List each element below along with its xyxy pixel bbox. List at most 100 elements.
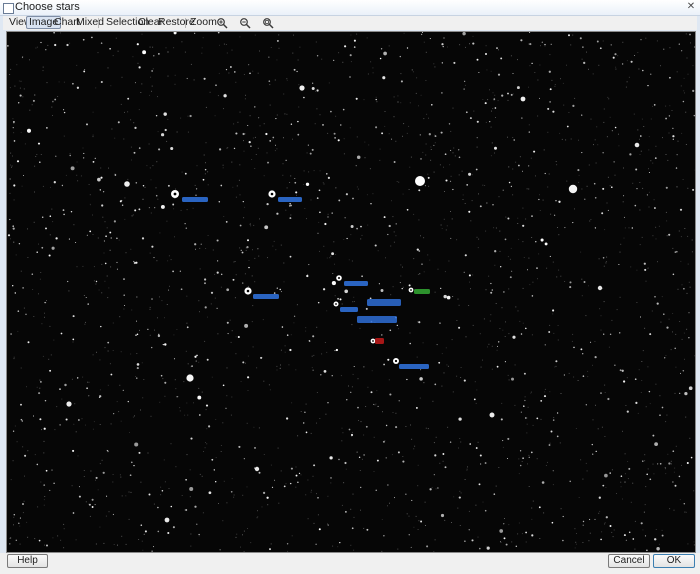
sky-noise: [492, 108, 494, 110]
star: [463, 271, 465, 273]
sky-noise: [412, 71, 414, 73]
sky-noise: [81, 418, 83, 420]
sky-noise: [375, 96, 377, 98]
star: [484, 462, 487, 464]
star: [316, 89, 319, 92]
comparison-star-marker[interactable]: [336, 275, 342, 281]
sky-noise: [620, 481, 622, 483]
sky-noise: [471, 200, 473, 202]
star: [322, 288, 326, 291]
star: [295, 191, 298, 194]
sky-noise: [321, 58, 323, 60]
star: [478, 72, 480, 73]
sky-noise: [112, 322, 114, 324]
sky-noise: [672, 331, 673, 333]
sky-noise: [580, 251, 582, 253]
star-field-canvas[interactable]: [7, 32, 695, 552]
star: [142, 50, 147, 55]
cancel-button[interactable]: Cancel: [608, 554, 650, 568]
comparison-star-marker[interactable]: [333, 301, 339, 307]
star: [157, 334, 161, 338]
sky-noise: [526, 423, 528, 425]
sky-noise: [529, 284, 531, 286]
zoom-fit-icon[interactable]: [262, 17, 274, 29]
sky-noise: [15, 254, 17, 256]
sky-noise: [318, 221, 320, 223]
star-field-image[interactable]: [6, 31, 696, 553]
close-icon[interactable]: ✕: [684, 1, 698, 13]
star: [17, 102, 20, 104]
sky-noise: [23, 88, 25, 90]
sky-noise: [524, 396, 526, 398]
zoom-in-icon[interactable]: [216, 17, 228, 29]
sky-noise: [254, 136, 256, 138]
sky-noise: [284, 113, 286, 115]
star: [330, 110, 332, 113]
sky-noise: [494, 152, 495, 154]
sky-noise: [543, 512, 545, 514]
sky-noise: [673, 509, 675, 511]
star: [155, 194, 158, 197]
sky-noise: [17, 330, 19, 332]
star: [406, 47, 409, 49]
help-button[interactable]: Help: [7, 554, 48, 568]
sky-noise: [673, 471, 675, 473]
star: [674, 347, 676, 350]
star: [295, 474, 298, 477]
sky-noise: [574, 528, 576, 530]
mixed-mode-button[interactable]: Mixed: [76, 16, 104, 29]
star: [584, 198, 586, 200]
zoom-out-icon[interactable]: [239, 17, 251, 29]
sky-noise: [518, 473, 520, 475]
sky-noise: [147, 452, 149, 454]
star: [86, 123, 88, 126]
star: [349, 76, 351, 78]
comparison-star-marker[interactable]: [268, 190, 276, 198]
star: [305, 182, 310, 186]
star: [49, 215, 52, 217]
star: [555, 360, 558, 363]
star: [621, 369, 624, 372]
sky-noise: [146, 165, 148, 167]
comparison-star-marker[interactable]: [171, 190, 179, 198]
star: [112, 513, 114, 516]
sky-noise: [441, 353, 443, 355]
star: [36, 251, 38, 254]
sky-noise: [405, 426, 407, 427]
star: [196, 523, 198, 525]
star: [276, 212, 279, 215]
comparison-star-marker[interactable]: [244, 287, 252, 295]
star: [642, 460, 644, 462]
sky-noise: [310, 491, 312, 493]
sky-noise: [140, 92, 142, 93]
star: [443, 37, 445, 39]
star: [303, 96, 305, 99]
star: [499, 529, 504, 533]
sky-noise: [660, 321, 662, 323]
star: [20, 418, 23, 421]
sky-noise: [343, 138, 345, 140]
sky-noise: [243, 551, 245, 552]
ok-button[interactable]: OK: [653, 554, 695, 568]
star: [358, 456, 361, 458]
check-star-marker[interactable]: [408, 287, 414, 293]
sky-noise: [530, 391, 532, 393]
star: [654, 295, 656, 298]
star: [598, 496, 601, 499]
sky-noise: [669, 508, 671, 510]
star: [55, 237, 58, 240]
sky-noise: [186, 295, 188, 297]
sky-noise: [129, 432, 130, 433]
sky-noise: [528, 257, 530, 259]
star: [312, 369, 314, 371]
sky-noise: [532, 500, 534, 502]
star: [635, 401, 638, 405]
sky-noise: [546, 267, 548, 269]
variable-star-marker[interactable]: [370, 338, 376, 344]
star: [238, 445, 241, 448]
sky-noise: [317, 514, 319, 516]
comparison-star-marker[interactable]: [393, 358, 399, 364]
star: [40, 41, 42, 44]
sky-noise: [206, 428, 208, 430]
star: [64, 383, 67, 387]
